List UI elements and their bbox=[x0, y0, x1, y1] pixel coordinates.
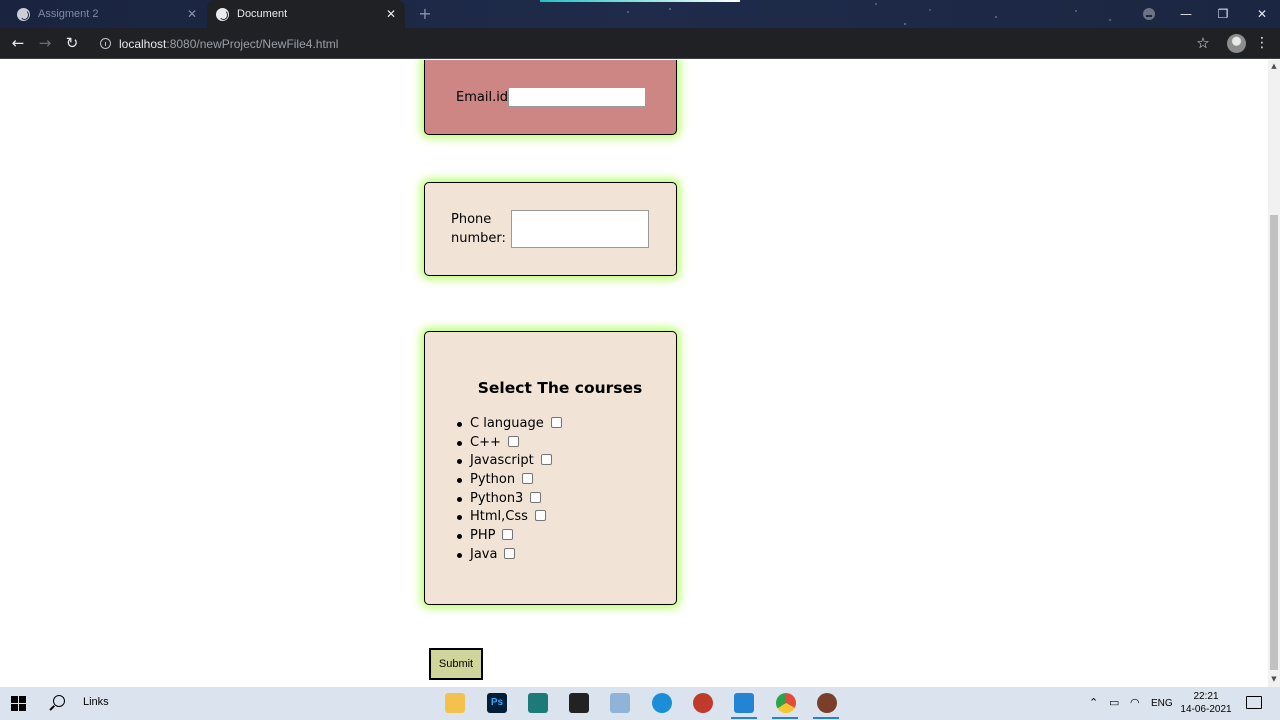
phone-input[interactable] bbox=[511, 210, 649, 248]
bullet-icon bbox=[457, 459, 462, 465]
list-item: Html,Css bbox=[457, 508, 562, 527]
list-item: Java bbox=[457, 546, 562, 565]
active-app-indicator bbox=[772, 717, 798, 719]
app-icon[interactable] bbox=[610, 693, 630, 713]
email-label: Email.id: bbox=[456, 90, 513, 105]
taskbar-clock[interactable]: 22:21 14-06-2021 bbox=[1177, 690, 1235, 716]
maximize-button[interactable]: ❐ bbox=[1208, 3, 1238, 25]
vscode-icon[interactable] bbox=[734, 693, 754, 713]
courses-card: Select The courses C language C++ Javasc… bbox=[424, 331, 677, 605]
bullet-icon bbox=[457, 478, 462, 484]
tab-assigment-2[interactable]: Assigment 2 ✕ bbox=[8, 0, 206, 28]
new-tab-icon[interactable]: + bbox=[416, 5, 434, 23]
course-checkbox[interactable] bbox=[504, 547, 516, 559]
phone-label-line2: number: bbox=[451, 231, 506, 246]
clock-time: 22:21 bbox=[1193, 691, 1219, 702]
tab-title: Assigment 2 bbox=[38, 8, 99, 20]
active-app-indicator bbox=[813, 717, 839, 719]
terminal-icon[interactable] bbox=[569, 693, 589, 713]
course-checkbox[interactable] bbox=[507, 435, 519, 447]
page-scrollbar[interactable]: ▲ ▼ bbox=[1268, 60, 1280, 687]
title-bar-highlight bbox=[540, 0, 740, 2]
list-item: Javascript bbox=[457, 452, 562, 471]
course-label: PHP bbox=[470, 528, 496, 544]
windows-start-icon[interactable] bbox=[11, 696, 27, 712]
photoshop-icon[interactable]: Ps bbox=[487, 693, 507, 713]
email-input[interactable] bbox=[508, 87, 646, 107]
scroll-down-icon[interactable]: ▼ bbox=[1270, 675, 1278, 683]
battery-icon[interactable]: ▭ bbox=[1109, 687, 1119, 720]
close-window-button[interactable]: ✕ bbox=[1247, 3, 1277, 25]
course-label: Javascript bbox=[470, 453, 534, 469]
profile-avatar[interactable] bbox=[1227, 34, 1246, 53]
phone-card: Phone number: bbox=[424, 182, 677, 276]
search-icon[interactable] bbox=[53, 695, 65, 707]
forward-arrow-icon[interactable]: → bbox=[34, 32, 56, 54]
close-tab-icon[interactable]: ✕ bbox=[383, 7, 399, 21]
bullet-icon bbox=[457, 552, 462, 558]
address-bar[interactable]: localhost:8080/newProject/NewFile4.html bbox=[90, 31, 1222, 56]
chevron-up-icon[interactable]: ⌃ bbox=[1089, 687, 1098, 720]
course-label: C language bbox=[470, 416, 544, 431]
submit-button[interactable]: Submit bbox=[429, 648, 483, 680]
course-label: C++ bbox=[470, 434, 501, 450]
windows-taskbar: Links Ps ⌃ ▭ ◠ ENG 22:21 14-06-2021 bbox=[0, 687, 1280, 720]
minimize-button[interactable]: — bbox=[1171, 3, 1201, 25]
tab-document[interactable]: Document ✕ bbox=[207, 0, 405, 28]
bullet-icon bbox=[457, 440, 462, 446]
taskbar-search-label[interactable]: Links bbox=[83, 696, 109, 708]
app-icon[interactable] bbox=[817, 693, 837, 713]
email-card: Email.id: bbox=[424, 60, 677, 135]
bullet-icon bbox=[457, 515, 462, 521]
list-item: C++ bbox=[457, 434, 562, 453]
tab-title: Document bbox=[237, 8, 288, 20]
profile-indicator-icon[interactable] bbox=[1143, 8, 1155, 20]
list-item: Python bbox=[457, 471, 562, 490]
page-viewport: Email.id: Phone number: Select The cours… bbox=[0, 60, 1268, 687]
course-checkbox[interactable] bbox=[534, 510, 546, 522]
list-item: PHP bbox=[457, 527, 562, 546]
edge-icon[interactable] bbox=[652, 693, 672, 713]
reload-icon[interactable]: ↻ bbox=[61, 32, 83, 54]
wifi-icon[interactable]: ◠ bbox=[1130, 687, 1140, 720]
course-checkbox[interactable] bbox=[530, 491, 542, 503]
course-checkbox[interactable] bbox=[550, 416, 562, 428]
course-list: C language C++ Javascript Python Python3 bbox=[457, 415, 562, 565]
course-checkbox[interactable] bbox=[502, 528, 514, 540]
app-icon[interactable] bbox=[528, 693, 548, 713]
browser-toolbar: ← → ↻ localhost:8080/newProject/NewFile4… bbox=[0, 28, 1280, 59]
notification-icon[interactable] bbox=[1246, 696, 1262, 709]
list-item: C language bbox=[457, 415, 562, 434]
language-indicator[interactable]: ENG bbox=[1151, 687, 1173, 720]
active-app-indicator bbox=[731, 717, 757, 719]
phone-label-line1: Phone bbox=[451, 212, 492, 227]
bullet-icon bbox=[457, 496, 462, 502]
file-explorer-icon[interactable] bbox=[445, 693, 465, 713]
globe-icon bbox=[216, 7, 229, 21]
scrollbar-thumb[interactable] bbox=[1270, 215, 1278, 670]
scroll-up-icon[interactable]: ▲ bbox=[1270, 62, 1278, 70]
back-arrow-icon[interactable]: ← bbox=[7, 32, 29, 54]
globe-icon bbox=[17, 7, 30, 21]
bookmark-star-icon[interactable]: ☆ bbox=[1194, 32, 1212, 54]
browser-title-bar: Assigment 2 ✕ Document ✕ + — ❐ ✕ bbox=[0, 0, 1280, 28]
url-host: localhost bbox=[119, 36, 167, 51]
course-label: Java bbox=[470, 546, 498, 562]
course-label: Html,Css bbox=[470, 509, 528, 525]
site-info-icon[interactable] bbox=[100, 38, 111, 49]
clock-date: 14-06-2021 bbox=[1180, 704, 1232, 715]
bullet-icon bbox=[457, 422, 462, 427]
kebab-menu-icon[interactable]: ⋮ bbox=[1255, 32, 1269, 54]
close-tab-icon[interactable]: ✕ bbox=[184, 7, 200, 21]
list-item: Python3 bbox=[457, 490, 562, 509]
course-label: Python bbox=[470, 472, 516, 488]
course-checkbox[interactable] bbox=[522, 472, 534, 484]
course-checkbox[interactable] bbox=[540, 454, 552, 466]
bug-icon[interactable] bbox=[693, 693, 713, 713]
course-label: Python3 bbox=[470, 490, 524, 506]
url-path: :8080/newProject/NewFile4.html bbox=[166, 36, 339, 51]
bullet-icon bbox=[457, 534, 462, 540]
courses-title: Select The courses bbox=[477, 379, 643, 397]
chrome-icon[interactable] bbox=[776, 693, 796, 713]
